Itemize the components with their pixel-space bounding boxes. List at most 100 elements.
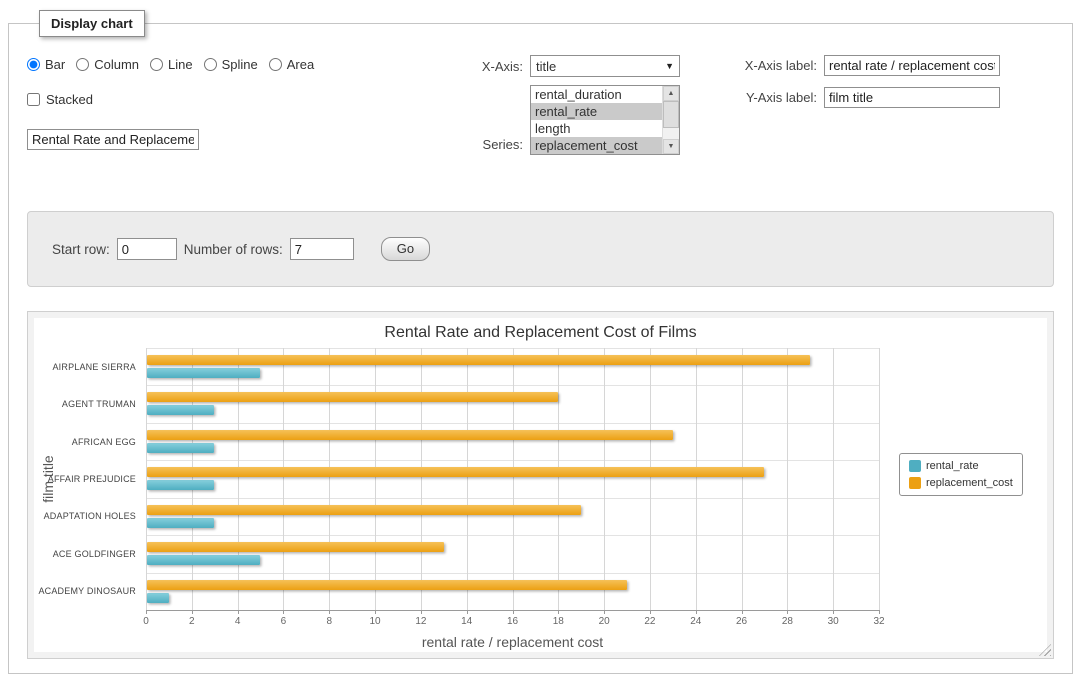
x-gridline — [558, 348, 559, 610]
x-gridline — [375, 348, 376, 610]
legend-label: rental_rate — [926, 460, 979, 472]
chart-title: Rental Rate and Replacement Cost of Film… — [34, 324, 1047, 342]
chart-title-input[interactable] — [27, 129, 199, 150]
radio-line[interactable]: Line — [150, 57, 193, 72]
bar-rental_rate[interactable] — [147, 593, 169, 603]
bar-replacement_cost[interactable] — [147, 355, 810, 365]
series-select-label: Series: — [435, 137, 523, 152]
radio-bar-input[interactable] — [27, 58, 40, 71]
stacked-checkbox[interactable] — [27, 93, 40, 106]
bar-rental_rate[interactable] — [147, 480, 214, 490]
radio-line-input[interactable] — [150, 58, 163, 71]
category-label: AFFAIR PREJUDICE — [34, 474, 136, 485]
stacked-checkbox-row[interactable]: Stacked — [27, 92, 93, 107]
radio-column-input[interactable] — [76, 58, 89, 71]
legend-swatch — [909, 460, 921, 472]
x-gridline — [879, 348, 880, 610]
bar-replacement_cost[interactable] — [147, 542, 444, 552]
category-label: AFRICAN EGG — [34, 437, 136, 448]
radio-spline[interactable]: Spline — [204, 57, 258, 72]
x-gridline — [833, 348, 834, 610]
x-gridline — [604, 348, 605, 610]
x-gridline — [283, 348, 284, 610]
x-tick-label: 8 — [314, 616, 344, 627]
legend-item-replacement_cost[interactable]: replacement_cost — [909, 477, 1013, 489]
x-axis-select[interactable]: title ▼ — [530, 55, 680, 77]
x-tick-label: 20 — [589, 616, 619, 627]
legend-swatch — [909, 477, 921, 489]
chevron-down-icon: ▼ — [665, 61, 674, 71]
x-tick-label: 32 — [864, 616, 894, 627]
go-button[interactable]: Go — [381, 237, 430, 261]
start-row-input[interactable] — [117, 238, 177, 260]
x-tick-label: 4 — [223, 616, 253, 627]
category-label: AIRPLANE SIERRA — [34, 362, 136, 373]
scroll-down-icon[interactable]: ▼ — [663, 139, 679, 154]
number-of-rows-input[interactable] — [290, 238, 354, 260]
x-axis-line — [146, 610, 880, 611]
legend-label: replacement_cost — [926, 477, 1013, 489]
series-listbox[interactable]: rental_durationrental_ratelengthreplacem… — [530, 85, 680, 155]
bar-replacement_cost[interactable] — [147, 580, 627, 590]
radio-bar-label: Bar — [45, 57, 65, 72]
legend-item-rental_rate[interactable]: rental_rate — [909, 460, 1013, 472]
series-select-row: Series: rental_durationrental_ratelength… — [435, 85, 680, 155]
x-tick-label: 24 — [681, 616, 711, 627]
x-gridline — [513, 348, 514, 610]
bar-replacement_cost[interactable] — [147, 430, 673, 440]
x-tick-label: 12 — [406, 616, 436, 627]
bar-rental_rate[interactable] — [147, 443, 214, 453]
radio-column[interactable]: Column — [76, 57, 139, 72]
y-axis-label-label: Y-Axis label: — [717, 90, 817, 105]
x-gridline — [238, 348, 239, 610]
start-row-label: Start row: — [52, 242, 110, 257]
y-axis-label-input[interactable] — [824, 87, 1000, 108]
x-gridline — [787, 348, 788, 610]
radio-area[interactable]: Area — [269, 57, 314, 72]
stacked-label: Stacked — [46, 92, 93, 107]
category-label: ACE GOLDFINGER — [34, 549, 136, 560]
scroll-up-icon[interactable]: ▲ — [663, 86, 679, 101]
y-axis-label-row: Y-Axis label: — [717, 87, 1000, 108]
x-tick-label: 22 — [635, 616, 665, 627]
series-option-list: rental_durationrental_ratelengthreplacem… — [531, 86, 662, 154]
x-tick-label: 14 — [452, 616, 482, 627]
radio-bar[interactable]: Bar — [27, 57, 65, 72]
series-listbox-scrollbar[interactable]: ▲ ▼ — [662, 86, 679, 154]
chart-panel: Rental Rate and Replacement Cost of Film… — [27, 311, 1054, 659]
bar-rental_rate[interactable] — [147, 405, 214, 415]
x-gridline — [421, 348, 422, 610]
x-gridline — [742, 348, 743, 610]
x-tick-label: 18 — [543, 616, 573, 627]
radio-spline-input[interactable] — [204, 58, 217, 71]
x-axis-title: rental rate / replacement cost — [146, 634, 879, 650]
x-axis-select-row: X-Axis: title ▼ — [435, 55, 680, 77]
x-tick-label: 16 — [498, 616, 528, 627]
chart-legend: rental_rate replacement_cost — [899, 453, 1023, 496]
bar-rental_rate[interactable] — [147, 368, 260, 378]
series-option-length[interactable]: length — [531, 120, 662, 137]
x-axis-selected-value: title — [536, 59, 556, 74]
x-axis-label-input[interactable] — [824, 55, 1000, 76]
x-tick-label: 30 — [818, 616, 848, 627]
radio-area-input[interactable] — [269, 58, 282, 71]
bar-replacement_cost[interactable] — [147, 467, 764, 477]
x-gridline — [146, 348, 147, 610]
number-of-rows-label: Number of rows: — [184, 242, 283, 257]
chart: Rental Rate and Replacement Cost of Film… — [34, 318, 1047, 652]
bar-replacement_cost[interactable] — [147, 505, 581, 515]
x-axis-select-label: X-Axis: — [435, 59, 523, 74]
x-gridline — [329, 348, 330, 610]
series-option-replacement_cost[interactable]: replacement_cost — [531, 137, 662, 154]
bar-rental_rate[interactable] — [147, 555, 260, 565]
bar-rental_rate[interactable] — [147, 518, 214, 528]
rows-panel: Start row: Number of rows: Go — [27, 211, 1054, 287]
radio-spline-label: Spline — [222, 57, 258, 72]
bar-replacement_cost[interactable] — [147, 392, 558, 402]
series-option-rental_rate[interactable]: rental_rate — [531, 103, 662, 120]
x-tick-label: 2 — [177, 616, 207, 627]
series-option-rental_duration[interactable]: rental_duration — [531, 86, 662, 103]
x-tick-label: 6 — [268, 616, 298, 627]
category-label: ADAPTATION HOLES — [34, 511, 136, 522]
scrollbar-thumb[interactable] — [663, 101, 679, 128]
